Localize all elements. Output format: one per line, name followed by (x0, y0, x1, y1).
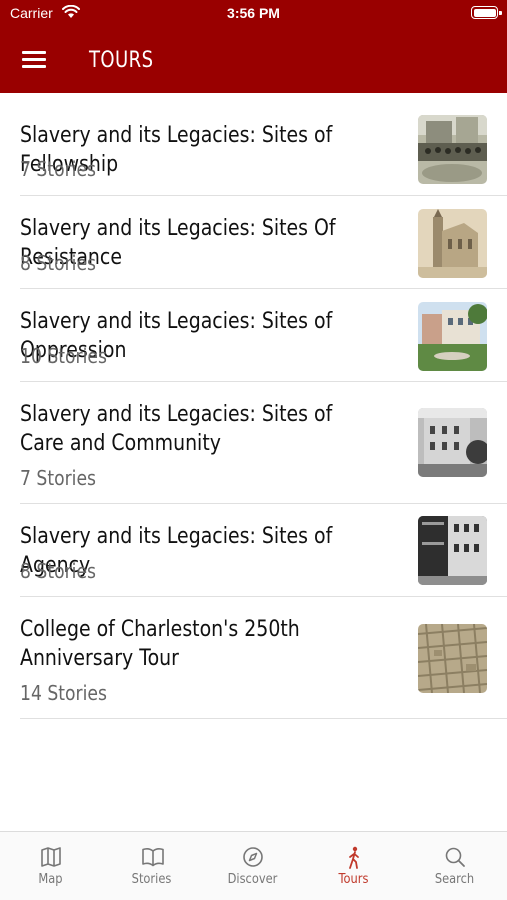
tab-label: Map (38, 872, 63, 887)
tour-row[interactable]: Slavery and its Legacies: Sites Of Resis… (20, 196, 507, 289)
tour-story-count: 8 Stories (20, 559, 96, 583)
tour-title: College of Charleston's 250th Anniversar… (20, 617, 300, 671)
tour-row[interactable]: Slavery and its Legacies: Sites of Care … (20, 382, 507, 504)
tour-story-count: 14 Stories (20, 681, 107, 705)
tab-label: Discover (227, 872, 278, 887)
tour-row[interactable]: College of Charleston's 250th Anniversar… (20, 597, 507, 719)
walking-person-icon (349, 846, 359, 869)
battery-icon (471, 6, 502, 19)
menu-button[interactable] (22, 50, 48, 70)
tour-row[interactable]: Slavery and its Legacies: Sites of Fello… (20, 93, 507, 196)
tour-story-count: 10 Stories (20, 344, 107, 368)
status-time: 3:56 PM (227, 5, 280, 21)
tour-thumbnail (418, 516, 487, 585)
tour-story-count: 7 Stories (20, 466, 96, 490)
tour-thumbnail (418, 302, 487, 371)
tab-label: Stories (131, 872, 172, 887)
map-icon (41, 847, 61, 867)
page-title: TOURS (89, 48, 154, 73)
tour-row[interactable]: Slavery and its Legacies: Sites of Agenc… (20, 504, 507, 597)
tab-stories[interactable]: Stories (101, 832, 202, 900)
book-icon (142, 848, 164, 867)
tour-row[interactable]: Slavery and its Legacies: Sites of Oppre… (20, 289, 507, 382)
tab-label: Tours (338, 872, 369, 887)
hamburger-line (22, 58, 46, 61)
tour-thumbnail (418, 408, 487, 477)
tour-thumbnail (418, 209, 487, 278)
tab-bar: Map Stories Discover Tours Search (0, 831, 507, 900)
tab-discover[interactable]: Discover (202, 832, 303, 900)
tour-story-count: 8 Stories (20, 251, 96, 275)
tab-tours[interactable]: Tours (303, 832, 404, 900)
status-bar: Carrier 3:56 PM (0, 0, 507, 28)
tour-thumbnail (418, 115, 487, 184)
tour-story-count: 7 Stories (20, 157, 96, 181)
tab-label: Search (434, 872, 475, 887)
hamburger-line (22, 65, 46, 68)
hamburger-line (22, 51, 46, 54)
tab-search[interactable]: Search (404, 832, 505, 900)
app-header: Carrier 3:56 PM TOURS (0, 0, 507, 93)
tab-map[interactable]: Map (0, 832, 101, 900)
search-icon (445, 847, 465, 867)
tour-title: Slavery and its Legacies: Sites of Care … (20, 402, 333, 456)
tour-thumbnail (418, 624, 487, 693)
compass-icon (243, 847, 263, 867)
